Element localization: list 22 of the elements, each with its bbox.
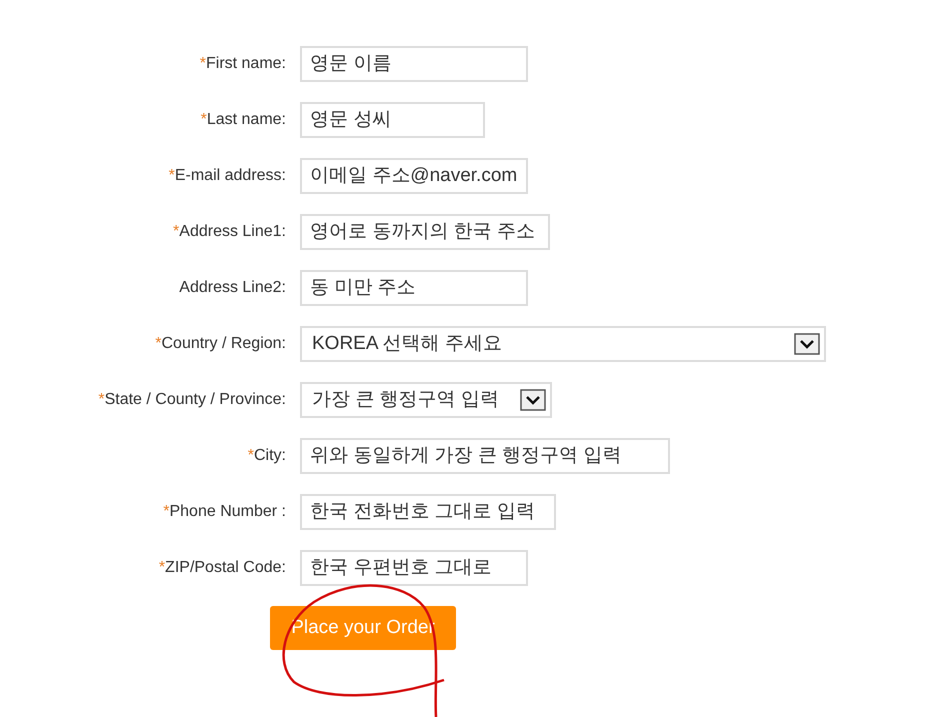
input-field[interactable]: 영문 이름 [300, 46, 528, 82]
input-field[interactable]: 한국 우편번호 그대로 [300, 550, 528, 586]
field-label: *Address Line1: [173, 222, 286, 242]
field-label: *E-mail address: [168, 166, 286, 186]
dropdown[interactable]: KOREA 선택해 주세요 [300, 326, 826, 362]
field-label: *ZIP/Postal Code: [158, 558, 286, 578]
input-field[interactable]: 영어로 동까지의 한국 주소 [300, 214, 550, 250]
field-label: *City: [248, 446, 286, 466]
chevron-down-icon [794, 333, 820, 355]
field-label: *Phone Number : [163, 502, 286, 522]
input-field[interactable]: 영문 성씨 [300, 102, 485, 138]
chevron-down-icon [520, 389, 546, 411]
field-label: *Last name: [200, 110, 286, 130]
dropdown[interactable]: 가장 큰 행정구역 입력 [300, 382, 552, 418]
field-label: *State / County / Province: [98, 390, 286, 410]
field-label: *First name: [200, 54, 286, 74]
input-field[interactable]: 이메일 주소@naver.com [300, 158, 528, 194]
input-field[interactable]: 위와 동일하게 가장 큰 행정구역 입력 [300, 438, 670, 474]
field-label: *Country / Region: [155, 334, 286, 354]
field-label: Address Line2: [179, 278, 286, 298]
input-field[interactable]: 한국 전화번호 그대로 입력 [300, 494, 556, 530]
input-field[interactable]: 동 미만 주소 [300, 270, 528, 306]
